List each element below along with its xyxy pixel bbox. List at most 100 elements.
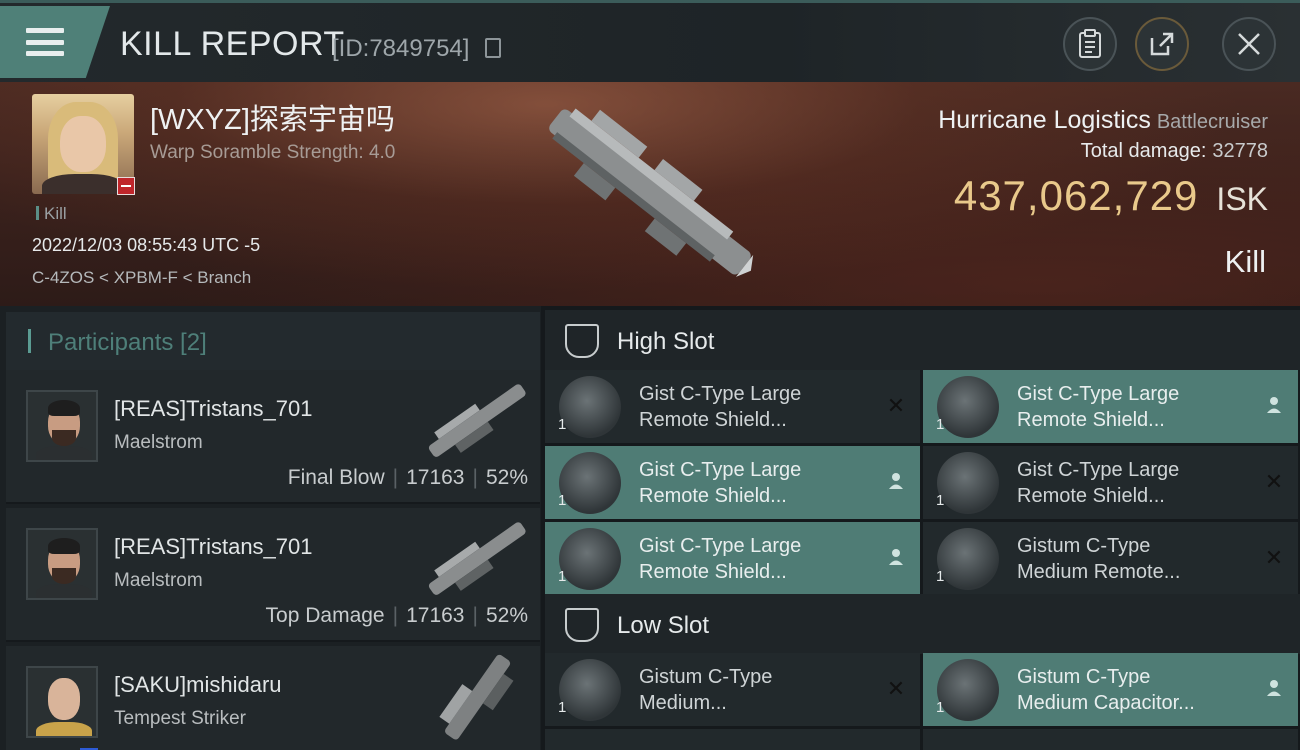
module-item[interactable] <box>923 729 1298 750</box>
module-name-line2: Medium Remote... <box>1017 561 1181 583</box>
module-item[interactable]: 1 Gist C-Type Large Remote Shield... ✕ <box>545 370 920 443</box>
participant-ship-image <box>439 654 514 740</box>
share-button[interactable] <box>1135 17 1189 71</box>
victim-ship-line: Hurricane Logistics Battlecruiser <box>938 106 1268 135</box>
participant-avatar[interactable] <box>26 528 98 600</box>
module-item[interactable]: 1 Gistum C-Type Medium Remote... ✕ <box>923 522 1298 595</box>
shield-booster-icon <box>559 528 621 590</box>
module-name: Gist C-Type Large Remote Shield... <box>1017 381 1257 433</box>
module-item[interactable]: 1 Gistum C-Type Medium Capacitor... <box>923 653 1298 726</box>
menu-icon <box>26 28 64 56</box>
victim-summary: [WXYZ]探索宇宙吗 Warp Soramble Strength: 4.0 … <box>0 82 1300 306</box>
copy-icon[interactable] <box>485 38 501 58</box>
low-slot-label: Low Slot <box>617 612 710 639</box>
module-name-line2: Remote Shield... <box>639 409 787 431</box>
participant-avatar[interactable] <box>26 666 98 738</box>
participant-tag: Final Blow <box>287 466 385 489</box>
module-name: Gist C-Type Large Remote Shield... <box>639 381 879 433</box>
menu-button[interactable] <box>0 6 110 78</box>
clipboard-button[interactable] <box>1063 17 1117 71</box>
high-slot-label: High Slot <box>617 328 715 355</box>
isk-value: 437,062,729 ISK <box>954 172 1268 220</box>
module-qty: 1 <box>558 568 567 585</box>
shield-booster-icon <box>937 452 999 514</box>
module-name-line2: Remote Shield... <box>1017 485 1165 507</box>
module-name-line2: Remote Shield... <box>1017 409 1165 431</box>
person-icon <box>886 548 906 568</box>
module-name-line2: Medium... <box>639 692 727 714</box>
kill-tag: Kill <box>36 204 67 224</box>
module-item[interactable]: 1 Gist C-Type Large Remote Shield... <box>545 446 920 519</box>
share-icon <box>1150 32 1174 56</box>
x-mark-icon: ✕ <box>886 393 906 418</box>
participant-row[interactable]: [REAS]Tristans_701 Maelstrom Top Damage |… <box>6 508 540 642</box>
module-item[interactable]: 1 Gist C-Type Large Remote Shield... ✕ <box>923 446 1298 519</box>
x-mark-icon: ✕ <box>1264 469 1284 494</box>
participant-ship: Maelstrom <box>114 570 203 591</box>
module-name-line1: Gist C-Type Large <box>1017 459 1180 481</box>
person-icon <box>886 472 906 492</box>
module-qty: 1 <box>936 492 945 509</box>
header-accent <box>28 329 31 353</box>
capacitor-icon <box>937 659 999 721</box>
participant-row[interactable]: + [SAKU]mishidaru Tempest Striker <box>6 646 540 750</box>
result-label: Kill <box>1224 244 1266 279</box>
x-mark-icon: ✕ <box>886 676 906 701</box>
module-name-line1: Gistum C-Type <box>639 666 773 688</box>
participant-stats: Final Blow | 17163 | 52% <box>287 466 528 489</box>
module-item[interactable]: 1 Gistum C-Type Medium... ✕ <box>545 653 920 726</box>
isk-amount: 437,062,729 <box>953 172 1199 219</box>
victim-ship-name[interactable]: Hurricane Logistics <box>938 106 1151 134</box>
fitting-panel: High Slot 1 Gist C-Type Large Remote Shie… <box>541 306 1300 750</box>
participant-ship-image <box>428 384 526 457</box>
module-name: Gist C-Type Large Remote Shield... <box>1017 457 1257 509</box>
participants-label: Participants [2] <box>48 329 207 356</box>
module-name: Gist C-Type Large Remote Shield... <box>639 533 879 585</box>
module-item[interactable]: 1 Gist C-Type Large Remote Shield... <box>545 522 920 595</box>
top-bar: KILL REPORT [ID:7849754] <box>0 0 1300 82</box>
participant-percent: 52% <box>485 604 528 627</box>
module-item[interactable] <box>545 729 920 750</box>
module-name-line1: Gistum C-Type <box>1017 666 1151 688</box>
module-qty: 1 <box>936 568 945 585</box>
close-button[interactable] <box>1222 17 1276 71</box>
total-damage-value: 32778 <box>1212 140 1268 162</box>
participant-percent: 52% <box>485 466 528 489</box>
participant-ship-image <box>428 522 526 595</box>
module-qty: 1 <box>558 699 567 716</box>
participants-header[interactable]: Participants [2] <box>6 312 540 370</box>
victim-ship-image[interactable] <box>520 92 780 297</box>
module-name-line1: Gist C-Type Large <box>639 535 802 557</box>
participant-name: [SAKU]mishidaru <box>114 672 282 697</box>
participant-ship: Maelstrom <box>114 432 203 453</box>
person-icon <box>1264 679 1284 699</box>
victim-name[interactable]: [WXYZ]探索宇宙吗 <box>150 96 395 138</box>
victim-ship-class: Battlecruiser <box>1156 111 1268 133</box>
module-name: Gistum C-Type Medium Capacitor... <box>1017 664 1257 716</box>
module-name-line1: Gistum C-Type <box>1017 535 1151 557</box>
module-name: Gistum C-Type Medium Remote... <box>1017 533 1257 585</box>
participant-damage: 17163 <box>406 604 465 627</box>
participant-avatar[interactable] <box>26 390 98 462</box>
close-icon <box>1238 33 1260 55</box>
page-title: KILL REPORT <box>120 25 345 63</box>
shield-booster-icon <box>937 376 999 438</box>
module-name: Gist C-Type Large Remote Shield... <box>639 457 879 509</box>
module-name-line1: Gist C-Type Large <box>639 459 802 481</box>
scramble-strength: Warp Soramble Strength: 4.0 <box>150 142 396 163</box>
shield-booster-icon <box>559 452 621 514</box>
hostile-badge <box>117 177 135 195</box>
capacitor-icon <box>559 659 621 721</box>
total-damage: Total damage: 32778 <box>1081 140 1268 163</box>
module-qty: 1 <box>936 699 945 716</box>
participant-tag: Top Damage <box>265 604 385 627</box>
module-name-line1: Gist C-Type Large <box>639 383 802 405</box>
module-item[interactable]: 1 Gist C-Type Large Remote Shield... <box>923 370 1298 443</box>
participant-row[interactable]: [REAS]Tristans_701 Maelstrom Final Blow |… <box>6 370 540 504</box>
report-id: [ID:7849754] <box>332 35 470 62</box>
participant-ship: Tempest Striker <box>114 708 246 729</box>
shield-booster-icon <box>559 376 621 438</box>
low-slot-header: Low Slot <box>545 594 1300 654</box>
slot-icon <box>565 608 599 642</box>
kill-location[interactable]: C-4ZOS < XPBM-F < Branch <box>32 268 251 288</box>
